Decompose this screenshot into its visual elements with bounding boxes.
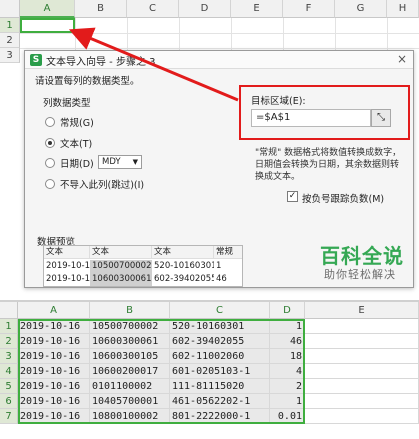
date-format-value: MDY <box>102 157 121 167</box>
column-header-a[interactable]: A <box>18 302 90 319</box>
cell-empty[interactable] <box>305 409 419 424</box>
column-header-f[interactable]: F <box>283 0 335 18</box>
row-header[interactable]: 1 <box>0 319 18 334</box>
row-header[interactable]: 7 <box>0 409 18 424</box>
preview-cell: 2019-10-16 <box>46 261 90 271</box>
cell-empty[interactable] <box>305 319 419 334</box>
dialog-instruction: 请设置每列的数据类型。 <box>35 76 140 87</box>
radio-general-label[interactable]: 常规(G) <box>60 115 94 129</box>
preview-cell: 46 <box>216 274 227 284</box>
column-header-c[interactable]: C <box>170 302 270 319</box>
data-preview-table[interactable]: 文本 文本 文本 常规 2019-10-16 10500700002 520-1… <box>43 245 243 287</box>
row-header[interactable]: 4 <box>0 364 18 379</box>
column-header-a[interactable]: A <box>20 0 75 18</box>
target-area-label: 目标区域(E): <box>251 96 306 107</box>
dialog-titlebar[interactable]: S 文本导入向导 - 步骤之 3 × <box>25 51 413 69</box>
radio-skip-label[interactable]: 不导入此列(跳过)(I) <box>60 177 144 191</box>
preview-cell: 1 <box>216 261 222 271</box>
row-header-2[interactable]: 2 <box>0 33 20 48</box>
radio-text[interactable] <box>45 138 55 148</box>
row-header-3[interactable]: 3 <box>0 48 20 63</box>
radio-skip[interactable] <box>45 179 55 189</box>
column-type-group-label: 列数据类型 <box>43 98 91 109</box>
spreadsheet-app-icon: S <box>30 54 42 66</box>
range-picker-button[interactable]: ⤡ <box>371 109 391 127</box>
gridline <box>20 33 419 34</box>
column-header-h[interactable]: H <box>387 0 419 18</box>
result-spreadsheet: A B C D E 1 2019-10-16 10500700002 520-1… <box>0 300 419 439</box>
negative-tracking-label[interactable]: 按负号跟踪负数(M) <box>302 191 384 205</box>
column-header-g[interactable]: G <box>335 0 387 18</box>
preview-cell: 10500700002 <box>90 260 152 273</box>
chevron-down-icon: ▼ <box>132 158 138 166</box>
radio-date[interactable] <box>45 158 55 168</box>
row-header[interactable]: 5 <box>0 379 18 394</box>
preview-row: 2019-10-16 10600300061 602-39402055 46 <box>44 273 242 286</box>
cell-empty[interactable] <box>305 379 419 394</box>
radio-text-label[interactable]: 文本(T) <box>60 136 92 150</box>
preview-cell: 602-39402055 <box>154 274 214 284</box>
date-format-select[interactable]: MDY ▼ <box>98 155 142 169</box>
preview-cell: 10600300061 <box>90 273 152 286</box>
column-header-b[interactable]: B <box>90 302 170 319</box>
column-header-c[interactable]: C <box>127 0 179 18</box>
row-header-1[interactable]: 1 <box>0 18 20 33</box>
row-header[interactable]: 2 <box>0 334 18 349</box>
negative-tracking-checkbox[interactable]: ✓ <box>287 191 298 202</box>
cell-empty[interactable] <box>305 394 419 409</box>
radio-general[interactable] <box>45 117 55 127</box>
cell-empty[interactable] <box>305 334 419 349</box>
preview-cell: 2019-10-16 <box>46 274 90 284</box>
watermark-subtitle: 助你轻松解决 <box>324 268 396 281</box>
column-header-d[interactable]: D <box>270 302 305 319</box>
preview-header-cell[interactable]: 文本 <box>44 246 90 259</box>
preview-header-cell[interactable]: 文本 <box>152 246 214 259</box>
close-icon[interactable]: × <box>397 52 407 66</box>
cell-empty[interactable] <box>305 364 419 379</box>
row-header[interactable]: 3 <box>0 349 18 364</box>
selected-cell-a1[interactable] <box>20 18 75 33</box>
column-header-e[interactable]: E <box>231 0 283 18</box>
select-all-corner[interactable] <box>0 0 20 18</box>
cell-empty[interactable] <box>305 349 419 364</box>
preview-header-cell[interactable]: 文本 <box>90 246 152 259</box>
select-all-corner[interactable] <box>0 302 18 319</box>
watermark-title: 百科全说 <box>320 244 404 268</box>
preview-header-row: 文本 文本 文本 常规 <box>44 246 242 259</box>
range-picker-icon: ⤡ <box>377 112 385 123</box>
preview-header-cell[interactable]: 常规 <box>214 246 242 259</box>
column-header-b[interactable]: B <box>75 0 127 18</box>
selected-range-a1-d7 <box>18 319 305 424</box>
column-header-e[interactable]: E <box>305 302 419 319</box>
column-header-d[interactable]: D <box>179 0 231 18</box>
general-format-note: "常规" 数据格式将数值转换成数字，日期值会转换为日期，其余数据则转换成文本。 <box>255 148 402 182</box>
radio-date-label[interactable]: 日期(D) <box>60 156 94 170</box>
row-header[interactable]: 6 <box>0 394 18 409</box>
preview-row: 2019-10-16 10500700002 520-10160301 1 <box>44 260 242 273</box>
target-area-input[interactable]: =$A$1 <box>251 109 371 127</box>
preview-cell: 520-10160301 <box>154 261 214 271</box>
dialog-title: 文本导入向导 - 步骤之 3 <box>46 57 156 68</box>
gridline <box>20 48 419 49</box>
